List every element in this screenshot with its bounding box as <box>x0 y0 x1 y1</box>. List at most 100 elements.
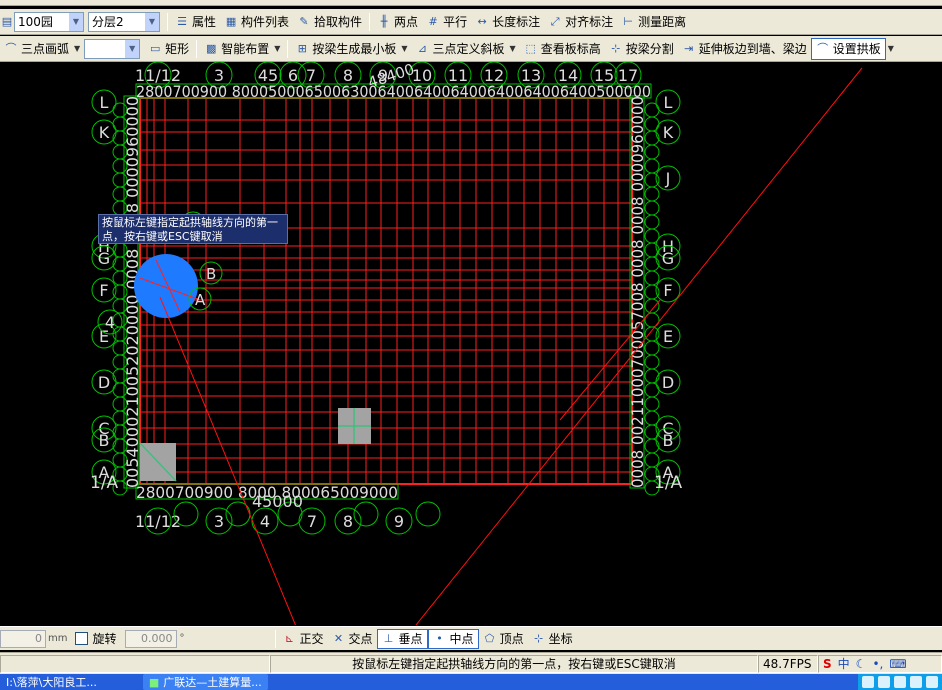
application-window: ▤ 100园 ▼ 分层2 ▼ ☰ 属性 ▦ 构件列表 ✎ 拾取构件 ╫ 两点 # 平行 ↔… <box>0 0 942 690</box>
extend-slab-label: 延伸板边到墙、梁边 <box>698 42 807 56</box>
property-button[interactable]: ☰ 属性 <box>171 11 220 33</box>
left-axis-bubble-8-label: B <box>99 431 110 450</box>
offset-value: 0 <box>35 632 42 645</box>
length-label-button[interactable]: ↔ 长度标注 <box>471 11 544 33</box>
toolbar-top-partial <box>0 0 942 6</box>
arch-slab-icon: ⌒ <box>817 41 829 55</box>
chevron-down-icon[interactable]: ▼ <box>74 44 80 53</box>
punctuation-icon[interactable]: •, <box>872 657 883 671</box>
ime-toolbar[interactable]: S 中 ☾ •, ⌨ <box>818 654 942 673</box>
toolbar-row-2: ⌒ 三点画弧 ▼ ▼ ▭ 矩形 ▩ 智能布置 ▼ ⊞ 按梁生成最小板 ▼ ⊿ 三点定义斜板 ▼ ⬚… <box>0 36 942 62</box>
perpendicular-label: 垂点 <box>398 632 423 646</box>
security-icon[interactable] <box>926 676 938 688</box>
vertex-icon: ⬠ <box>484 631 495 645</box>
axis-bubble-b-mini-label: B <box>206 265 216 283</box>
two-points-label: 两点 <box>394 15 419 29</box>
rectangle-button[interactable]: ▭ 矩形 <box>144 38 193 60</box>
system-tray <box>858 674 942 690</box>
taskbar-path[interactable]: I:\落萍\大阳良工... <box>0 674 103 690</box>
two-points-button[interactable]: ╫ 两点 <box>373 11 422 33</box>
chevron-down-icon[interactable]: ▼ <box>401 44 407 53</box>
right-chain-circle <box>644 452 660 468</box>
right-chain-circle <box>644 326 660 342</box>
app-icon: ■ <box>148 675 160 689</box>
bottom-axis-bubble-3-label: 7 <box>307 512 317 531</box>
set-arch-slab-button[interactable]: ⌒ 设置拱板 <box>810 37 886 60</box>
cad-drawing[interactable]: 11/12 3 45 6 7 8 9 10 11 12 13 14 15 1711/12 3 4 7 8 9LKHG… <box>0 62 942 625</box>
keyboard-icon[interactable]: ⌨ <box>889 657 906 671</box>
left-axis-bubble-6-label: D <box>98 373 110 392</box>
top-dimension-text: 2800700900 80005000650063006400640064006… <box>136 82 651 101</box>
offset-input[interactable]: 0 <box>0 629 46 648</box>
split-by-beam-label: 按梁分割 <box>625 42 674 56</box>
help-icon[interactable] <box>862 676 874 688</box>
view-slab-height-button[interactable]: ⬚ 查看板标高 <box>520 38 605 60</box>
chevron-down-icon[interactable]: ▼ <box>125 39 140 58</box>
beam-small-slab-button[interactable]: ⊞ 按梁生成最小板 ▼ <box>291 38 411 60</box>
pick-component-button[interactable]: ✎ 拾取构件 <box>293 11 366 33</box>
parallel-label: 平行 <box>443 15 468 29</box>
bottom-total-dimension: 45000 <box>252 492 303 511</box>
right-chain-circle <box>644 368 660 384</box>
bottom-axis-bubble-5-label: 9 <box>394 512 404 531</box>
chevron-down-icon[interactable]: ▼ <box>145 12 159 31</box>
chevron-down-icon[interactable]: ▼ <box>510 44 516 53</box>
coordinate-toggle[interactable]: ⊹ 坐标 <box>528 629 577 649</box>
length-dimension-icon: ↔ <box>477 14 487 28</box>
three-point-arc-label: 三点画弧 <box>21 42 70 56</box>
three-point-slope-button[interactable]: ⊿ 三点定义斜板 ▼ <box>412 38 520 60</box>
vertex-toggle[interactable]: ⬠ 顶点 <box>479 629 528 649</box>
separator <box>369 12 371 31</box>
align-label-button[interactable]: ⤢ 对齐标注 <box>544 11 617 33</box>
view-slab-height-label: 查看板标高 <box>540 42 601 56</box>
bottom-axis-bubble-2-label: 4 <box>260 512 270 531</box>
measure-distance-button[interactable]: ⊢ 测量距离 <box>617 11 690 33</box>
smart-layout-button[interactable]: ▩ 智能布置 ▼ <box>200 38 284 60</box>
set-arch-slab-label: 设置拱板 <box>832 42 881 56</box>
intersection-toggle[interactable]: ✕ 交点 <box>328 629 377 649</box>
ime-mode[interactable]: 中 <box>838 655 850 672</box>
length-label-text: 长度标注 <box>492 15 541 29</box>
layer-select[interactable]: 分层2 ▼ <box>88 11 160 32</box>
floor-select[interactable]: 100园 ▼ <box>14 11 84 32</box>
parallel-button[interactable]: # 平行 <box>422 11 471 33</box>
orthogonal-icon: ⊾ <box>284 631 295 645</box>
taskbar-app-button[interactable]: ■ 广联达—土建算量... <box>142 674 268 690</box>
rotate-checkbox[interactable] <box>75 632 89 645</box>
right-chain-circle <box>644 144 660 160</box>
restore-icon[interactable] <box>878 676 890 688</box>
separator <box>167 12 168 31</box>
layer-select-value: 分层2 <box>92 15 124 29</box>
parallel-icon: # <box>428 14 438 28</box>
split-by-beam-button[interactable]: ⊹ 按梁分割 <box>605 38 678 60</box>
beam-slab-icon: ⊞ <box>297 41 307 55</box>
volume-icon[interactable] <box>910 676 922 688</box>
separator <box>274 629 276 648</box>
coordinate-icon: ⊹ <box>533 631 544 645</box>
right-chain-circle <box>644 228 660 244</box>
perpendicular-toggle[interactable]: ⊥ 垂点 <box>376 628 428 649</box>
chevron-down-icon[interactable]: ▼ <box>69 12 83 31</box>
arc-icon: ⌒ <box>5 41 17 55</box>
rotate-angle-input[interactable]: 0.000 <box>124 629 177 648</box>
axis-bubble-a-mini-label: A <box>195 291 206 309</box>
network-icon[interactable] <box>894 676 906 688</box>
right-chain-circle <box>644 186 660 202</box>
offset-unit: mm <box>48 633 68 644</box>
status-bar: 按鼠标左键指定起拱轴线方向的第一点，按右键或ESC键取消 48.7FPS S 中… <box>0 652 942 674</box>
left-axis-bubble-4-label: F <box>99 281 108 300</box>
component-list-button[interactable]: ▦ 构件列表 <box>220 11 293 33</box>
chevron-down-icon[interactable]: ▼ <box>888 44 894 53</box>
drawing-canvas[interactable]: 11/12 3 45 6 7 8 9 10 11 12 13 14 15 17 11/12 3 4 7 8 9 L K H G… <box>0 62 942 625</box>
midpoint-toggle[interactable]: • 中点 <box>427 628 479 649</box>
three-point-arc-button[interactable]: ⌒ 三点画弧 ▼ <box>0 38 84 60</box>
moon-icon[interactable]: ☾ <box>856 657 867 671</box>
arc-option-select[interactable]: ▼ <box>84 38 141 59</box>
left-axis-bubble-0-label: L <box>100 93 109 112</box>
right-axis-bubble-1-label: K <box>663 123 674 142</box>
orthogonal-toggle[interactable]: ⊾ 正交 <box>279 629 328 649</box>
chevron-down-icon[interactable]: ▼ <box>274 44 280 53</box>
extend-slab-button[interactable]: ⇥ 延伸板边到墙、梁边 <box>678 38 811 60</box>
bottom-axis-bubble-empty-3 <box>353 501 379 527</box>
arch-slab-selection-circle[interactable] <box>134 254 198 318</box>
